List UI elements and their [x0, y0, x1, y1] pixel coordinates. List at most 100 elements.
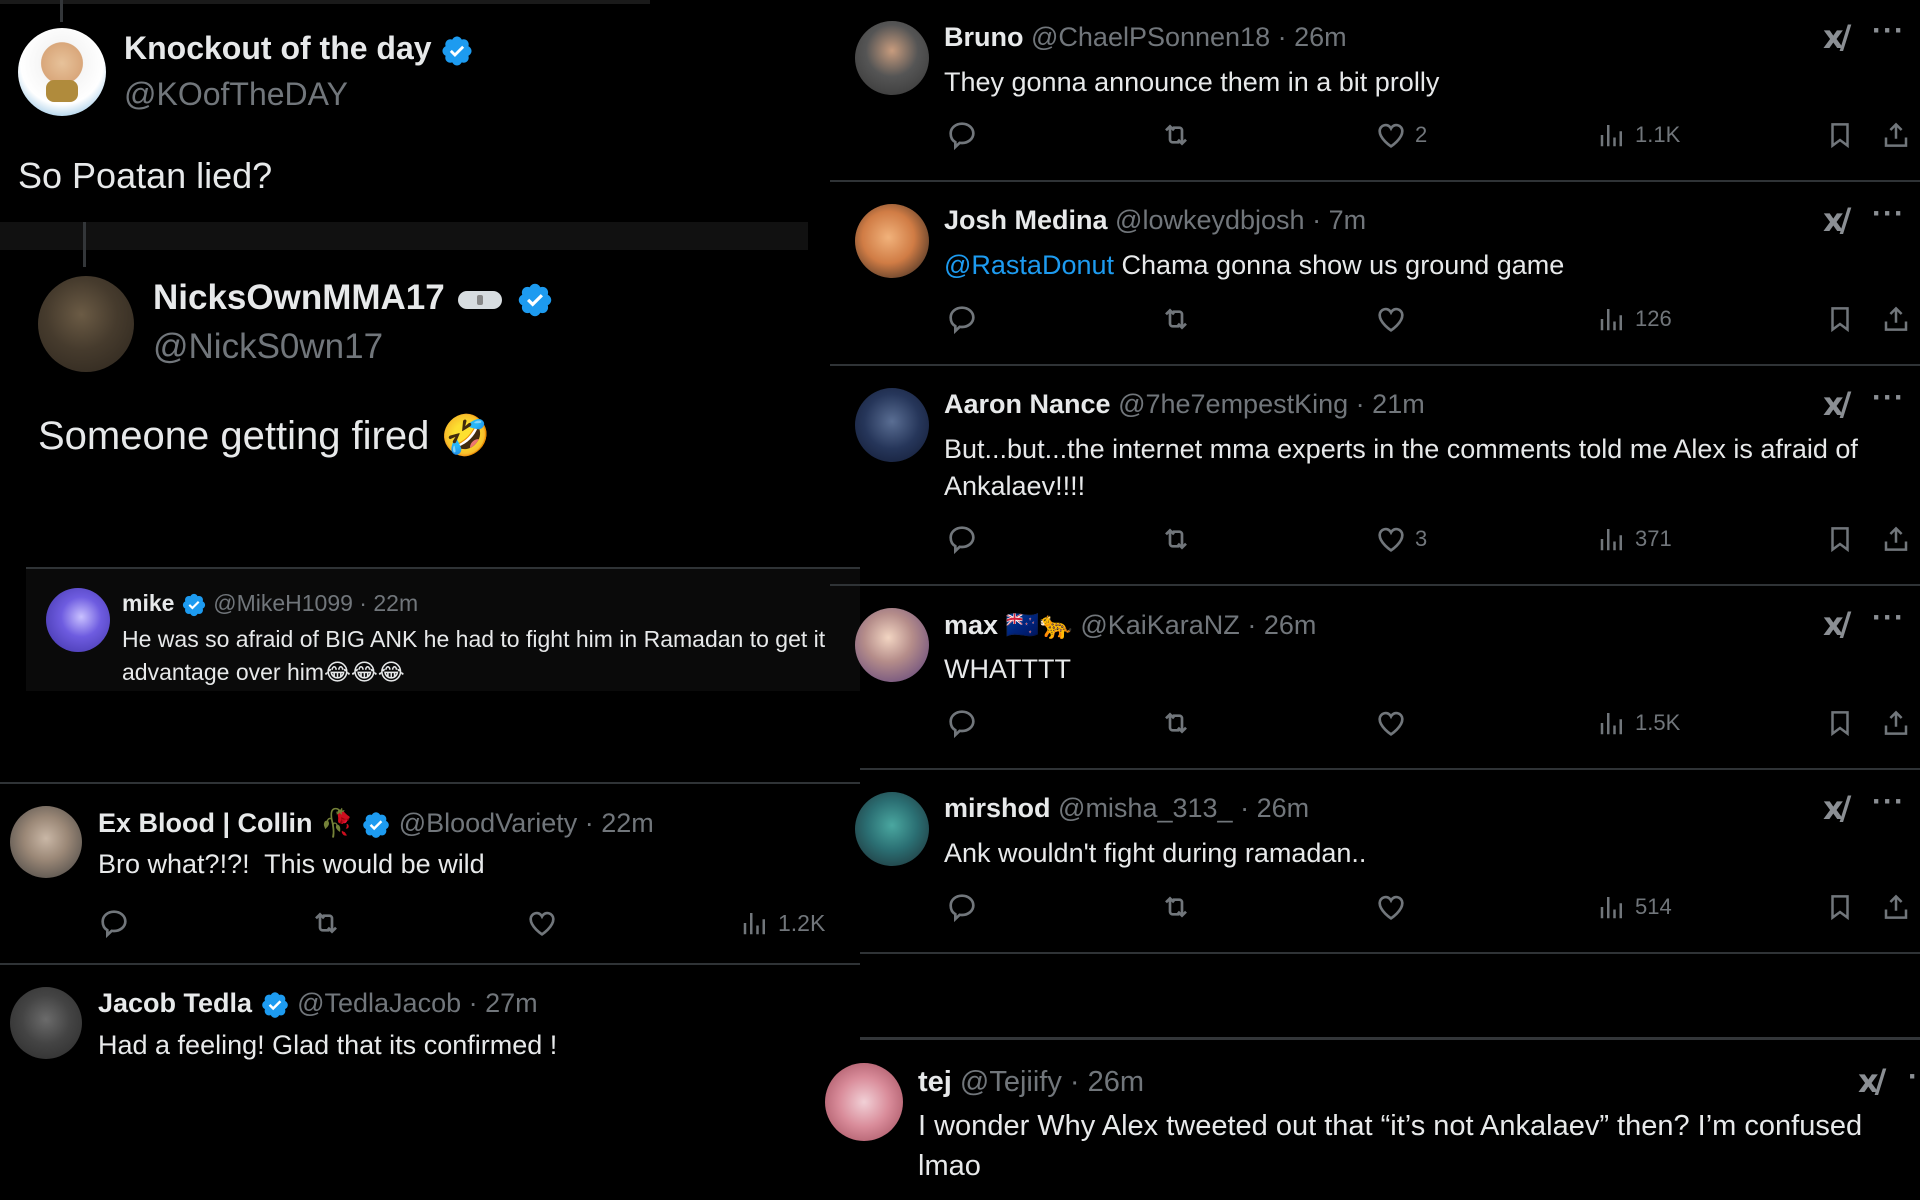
views-button[interactable]: 126	[1597, 303, 1672, 335]
author-name[interactable]: Jacob Tedla	[98, 988, 252, 1018]
views-button[interactable]: 371	[1597, 523, 1672, 555]
divider	[830, 180, 1920, 182]
share-button[interactable]	[1881, 707, 1911, 739]
avatar[interactable]	[855, 21, 929, 95]
timestamp[interactable]: 26m	[1257, 793, 1310, 823]
avatar[interactable]	[10, 987, 82, 1059]
views-button[interactable]: 1.5K	[1597, 707, 1680, 739]
timestamp[interactable]: 27m	[485, 988, 538, 1018]
grok-icon[interactable]: x/	[1823, 18, 1851, 56]
avatar[interactable]	[855, 204, 929, 278]
author-name[interactable]: max	[944, 610, 998, 640]
avatar[interactable]	[855, 608, 929, 682]
author-name[interactable]: mirshod	[944, 793, 1051, 823]
timestamp[interactable]: 26m	[1088, 1066, 1144, 1098]
avatar[interactable]	[855, 388, 929, 462]
author-handle[interactable]: @lowkeydbjosh	[1115, 205, 1305, 235]
avatar[interactable]	[855, 792, 929, 866]
author-handle[interactable]: @misha_313_	[1058, 793, 1233, 823]
share-button[interactable]	[1881, 523, 1911, 555]
avatar[interactable]	[18, 28, 106, 116]
divider	[0, 782, 860, 784]
share-button[interactable]	[1881, 119, 1911, 151]
share-button[interactable]	[1881, 303, 1911, 335]
divider	[860, 952, 1920, 954]
reply-button[interactable]	[946, 119, 978, 151]
author-handle[interactable]: @ChaelPSonnen18	[1031, 22, 1270, 52]
bookmark-button[interactable]	[1825, 707, 1855, 739]
more-options-icon[interactable]: ···	[1872, 14, 1905, 48]
like-button[interactable]	[1375, 891, 1407, 923]
retweet-button[interactable]	[1160, 119, 1192, 151]
share-icon	[1884, 526, 1908, 551]
grok-icon[interactable]: x/	[1823, 789, 1851, 827]
like-button[interactable]	[1375, 303, 1407, 335]
author-handle[interactable]: @KOofTheDAY	[124, 76, 348, 113]
avatar[interactable]	[10, 806, 82, 878]
grok-icon[interactable]: x/	[1858, 1062, 1886, 1100]
like-button[interactable]: 3	[1375, 523, 1427, 555]
author-handle[interactable]: @KaiKaraNZ	[1080, 610, 1239, 640]
bookmark-button[interactable]	[1825, 119, 1855, 151]
avatar[interactable]	[38, 276, 134, 372]
author-handle[interactable]: @TedlaJacob	[297, 988, 461, 1018]
more-options-icon[interactable]: ···	[1872, 785, 1905, 819]
retweet-button[interactable]	[1160, 303, 1192, 335]
views-button[interactable]: 514	[1597, 891, 1672, 923]
quoted-author-name[interactable]: NicksOwnMMA17	[153, 278, 554, 319]
more-options-icon[interactable]: ·	[1908, 1060, 1919, 1094]
grok-icon[interactable]: x/	[1823, 201, 1851, 239]
bookmark-button[interactable]	[1825, 891, 1855, 923]
verified-badge-icon	[363, 812, 390, 838]
author-name[interactable]: Bruno	[944, 22, 1023, 52]
view-count: 514	[1635, 894, 1672, 919]
reply-button[interactable]	[946, 523, 978, 555]
author-handle[interactable]: @7he7empestKing	[1118, 389, 1348, 419]
author-handle[interactable]: @Tejiify	[960, 1066, 1062, 1098]
reply-button[interactable]	[946, 891, 978, 923]
verified-badge-icon	[518, 283, 552, 316]
timestamp[interactable]: 26m	[1264, 610, 1317, 640]
author-name[interactable]: Josh Medina	[944, 205, 1108, 235]
author-name[interactable]: tej	[918, 1066, 952, 1098]
grok-icon[interactable]: x/	[1823, 605, 1851, 643]
reply-text-body: Ank wouldn't fight during ramadan..	[944, 838, 1367, 868]
timestamp[interactable]: 22m	[601, 808, 654, 838]
timestamp[interactable]: 7m	[1329, 205, 1367, 235]
reply-text: Bro what?!?! This would be wild	[98, 849, 485, 879]
quoted-author-name-text[interactable]: NicksOwnMMA17	[153, 278, 445, 317]
timestamp[interactable]: 22m	[373, 590, 418, 616]
timestamp[interactable]: 26m	[1294, 22, 1347, 52]
avatar[interactable]	[825, 1063, 903, 1141]
like-button[interactable]	[526, 907, 558, 939]
quoted-author-handle[interactable]: @NickS0wn17	[153, 327, 383, 367]
mention-link[interactable]: @RastaDonut	[944, 250, 1114, 280]
author-name-text[interactable]: Knockout of the day	[124, 30, 432, 66]
retweet-button[interactable]	[1160, 707, 1192, 739]
bookmark-button[interactable]	[1825, 523, 1855, 555]
author-handle[interactable]: @BloodVariety	[399, 808, 578, 838]
bookmark-button[interactable]	[1825, 303, 1855, 335]
reply-button[interactable]	[98, 907, 130, 939]
embedded-author-name[interactable]: mike	[122, 590, 174, 616]
retweet-button[interactable]	[1160, 891, 1192, 923]
retweet-button[interactable]	[1160, 523, 1192, 555]
avatar[interactable]	[46, 588, 110, 652]
reply-button[interactable]	[946, 707, 978, 739]
like-button[interactable]: 2	[1375, 119, 1427, 151]
embedded-author-handle[interactable]: @MikeH1099	[213, 590, 353, 616]
timestamp[interactable]: 21m	[1372, 389, 1425, 419]
more-options-icon[interactable]: ···	[1872, 197, 1905, 231]
reply-button[interactable]	[946, 303, 978, 335]
views-button[interactable]: 1.1K	[1597, 119, 1680, 151]
author-name[interactable]: Ex Blood | Collin	[98, 808, 313, 838]
more-options-icon[interactable]: ···	[1872, 601, 1905, 635]
like-button[interactable]	[1375, 707, 1407, 739]
more-options-icon[interactable]: ···	[1872, 381, 1905, 415]
views-button[interactable]: 1.2K	[740, 907, 825, 939]
author-name[interactable]: Aaron Nance	[944, 389, 1111, 419]
share-button[interactable]	[1881, 891, 1911, 923]
retweet-button[interactable]	[310, 907, 342, 939]
author-name[interactable]: Knockout of the day	[124, 30, 474, 68]
grok-icon[interactable]: x/	[1823, 385, 1851, 423]
